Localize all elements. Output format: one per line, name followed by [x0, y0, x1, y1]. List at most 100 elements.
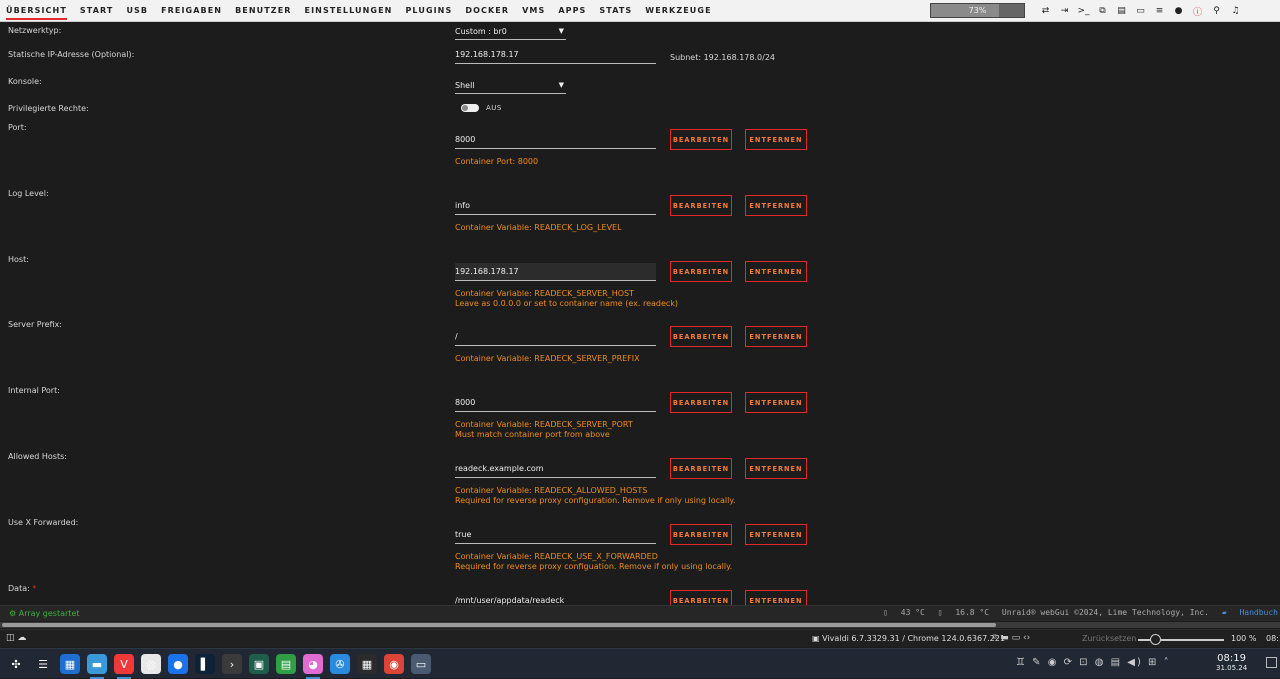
copy-icon[interactable]: ⧉ [1093, 6, 1112, 16]
feedback-icon[interactable]: ▤ [1112, 6, 1131, 16]
toggle-knob [462, 105, 468, 111]
array-usage-bar: 73% [930, 3, 1025, 18]
bell-icon[interactable]: ♫ [1226, 6, 1245, 16]
nav-item[interactable]: DOCKER [465, 0, 509, 22]
variable-hint: Container Variable: READECK_USE_X_FORWAR… [455, 552, 658, 561]
remove-button[interactable]: ENTFERNEN [745, 129, 807, 150]
menu-icon[interactable]: ≡ [1150, 6, 1169, 16]
variable-value-input[interactable]: readeck.example.com [455, 460, 656, 478]
cpu-temp-value: 43 °C [900, 608, 925, 617]
network-type-select[interactable]: Custom : br0 ▼ [455, 24, 566, 40]
console-select[interactable]: Shell ▼ [455, 78, 566, 94]
files-app-icon[interactable]: ▬ [87, 654, 107, 679]
variable-value-input[interactable]: info [455, 197, 656, 215]
app-launcher-icon[interactable]: ✣ [6, 654, 26, 674]
scrollbar-thumb[interactable] [2, 623, 996, 627]
help-icon[interactable]: ● [1169, 6, 1188, 16]
edit-button[interactable]: BEARBEITEN [670, 129, 732, 150]
nav-item[interactable]: PLUGINS [405, 0, 452, 22]
variable-value-input[interactable]: 192.168.178.17 [455, 263, 656, 281]
variable-hint: Container Variable: READECK_LOG_LEVEL [455, 223, 622, 232]
edit-button[interactable]: BEARBEITEN [670, 524, 732, 545]
variable-value-input[interactable]: / [455, 328, 656, 346]
remove-button[interactable]: ENTFERNEN [745, 590, 807, 605]
console-app-icon[interactable]: › [222, 654, 242, 674]
variable-value-input[interactable]: /mnt/user/appdata/readeck [455, 592, 656, 605]
media-app-icon[interactable]: ▣ [249, 654, 269, 674]
variable-label-text: Use X Forwarded: [8, 518, 79, 527]
store-app-icon[interactable]: ▦ [60, 654, 80, 674]
screenshot-app-icon[interactable]: ▭ [411, 654, 431, 674]
variable-hint: Container Port: 8000 [455, 157, 539, 166]
search-icon[interactable]: ⚲ [1207, 6, 1226, 16]
monitor-icon[interactable]: ▭ [1131, 6, 1150, 16]
show-desktop-button[interactable] [1266, 657, 1277, 668]
horizontal-scrollbar[interactable] [0, 622, 1280, 628]
system-tray[interactable]: ♊ ✎ ◉ ⟳ ⊡ ◍ ▤ ◀) ⊞ ˄ [1016, 657, 1171, 668]
nav-item[interactable]: START [80, 0, 114, 22]
variable-value-input[interactable]: 8000 [455, 394, 656, 412]
terminal-dark-app-icon[interactable]: ▌ [195, 654, 215, 674]
zoom-slider-knob[interactable] [1150, 634, 1161, 645]
vivaldi-app-icon[interactable]: V [114, 654, 134, 679]
variable-value-input[interactable]: 8000 [455, 131, 656, 149]
board-temp-value: 16.8 °C [955, 608, 990, 617]
switch-icon[interactable]: ⇄ [1036, 6, 1055, 16]
variable-label: Internal Port: [8, 386, 60, 395]
remove-button[interactable]: ENTFERNEN [745, 458, 807, 479]
variable-hint-extra: Leave as 0.0.0.0 or set to container nam… [455, 299, 679, 308]
sheets-app-icon[interactable]: ▤ [276, 654, 296, 674]
chrome-app-icon[interactable]: ◉ [384, 654, 404, 674]
sync-app-icon[interactable]: ◎ [141, 654, 161, 674]
terminal-icon[interactable]: >_ [1074, 6, 1093, 16]
remove-button[interactable]: ENTFERNEN [745, 261, 807, 282]
nav-item[interactable]: ÜBERSICHT [6, 0, 67, 22]
paint-app-icon[interactable]: ◕ [303, 654, 323, 679]
taskbar-apps: ✣ ☰ ▦ ▬ V ◎ ● ▌ › ▣ ▤ ◕ ✇ ▦ ◉ ▭ [0, 649, 432, 679]
manual-link[interactable]: ▰ Handbuch [1222, 608, 1278, 617]
console-value: Shell [455, 81, 475, 90]
remove-button[interactable]: ENTFERNEN [745, 326, 807, 347]
calculator-app-icon[interactable]: ▦ [357, 654, 377, 674]
header-tools: ⇄ ⇥ >_ ⧉ ▤ ▭ ≡ ● ⓘ ⚲ ♫ [1036, 0, 1245, 22]
static-ip-input[interactable]: 192.168.178.17 [455, 46, 656, 64]
cpu-temp: ▯ 43 °C [883, 608, 925, 617]
taskbar-clock[interactable]: 08:19 31.05.24 [1216, 653, 1247, 673]
variable-hint-extra: Required for reverse proxy configuration… [455, 496, 736, 505]
required-mark: * [32, 584, 37, 593]
remove-button[interactable]: ENTFERNEN [745, 195, 807, 216]
browser-version: ▣ Vivaldi 6.7.3329.31 / Chrome 124.0.636… [812, 634, 1005, 643]
nav-item[interactable]: WERKZEUGE [645, 0, 711, 22]
droplet-app-icon[interactable]: ● [168, 654, 188, 674]
browser-status-bar: ◫ ☁ ▣ Vivaldi 6.7.3329.31 / Chrome 124.0… [0, 629, 1280, 647]
status-tools-icon[interactable]: ⌾ ▬ ▭ ‹› [992, 633, 1030, 643]
nav-item[interactable]: APPS [558, 0, 586, 22]
nav-item[interactable]: USB [126, 0, 148, 22]
alert-icon[interactable]: ⓘ [1188, 5, 1207, 18]
zoom-reset-button[interactable]: Zurücksetzen [1082, 634, 1136, 643]
edit-button[interactable]: BEARBEITEN [670, 392, 732, 413]
nav-item[interactable]: EINSTELLUNGEN [305, 0, 393, 22]
nav-item[interactable]: FREIGABEN [161, 0, 222, 22]
array-status-text: Array gestartet [18, 609, 80, 618]
nav-item[interactable]: BENUTZER [235, 0, 291, 22]
chevron-down-icon: ▼ [558, 81, 564, 89]
remove-button[interactable]: ENTFERNEN [745, 392, 807, 413]
variable-label-text: Allowed Hosts: [8, 452, 67, 461]
variable-label-text: Server Prefix: [8, 320, 62, 329]
variable-value-input[interactable]: true [455, 526, 656, 544]
privileged-toggle[interactable] [461, 104, 479, 112]
edit-button[interactable]: BEARBEITEN [670, 590, 732, 605]
edit-button[interactable]: BEARBEITEN [670, 195, 732, 216]
panel-toggle-icon[interactable]: ◫ ☁ [6, 633, 26, 643]
settings-app-icon[interactable]: ☰ [33, 654, 53, 674]
edit-button[interactable]: BEARBEITEN [670, 326, 732, 347]
variable-hint: Container Variable: READECK_SERVER_HOST [455, 289, 635, 298]
kdeconnect-app-icon[interactable]: ✇ [330, 654, 350, 674]
nav-item[interactable]: VMS [522, 0, 545, 22]
logout-icon[interactable]: ⇥ [1055, 6, 1074, 16]
edit-button[interactable]: BEARBEITEN [670, 261, 732, 282]
nav-item[interactable]: STATS [599, 0, 632, 22]
edit-button[interactable]: BEARBEITEN [670, 458, 732, 479]
remove-button[interactable]: ENTFERNEN [745, 524, 807, 545]
